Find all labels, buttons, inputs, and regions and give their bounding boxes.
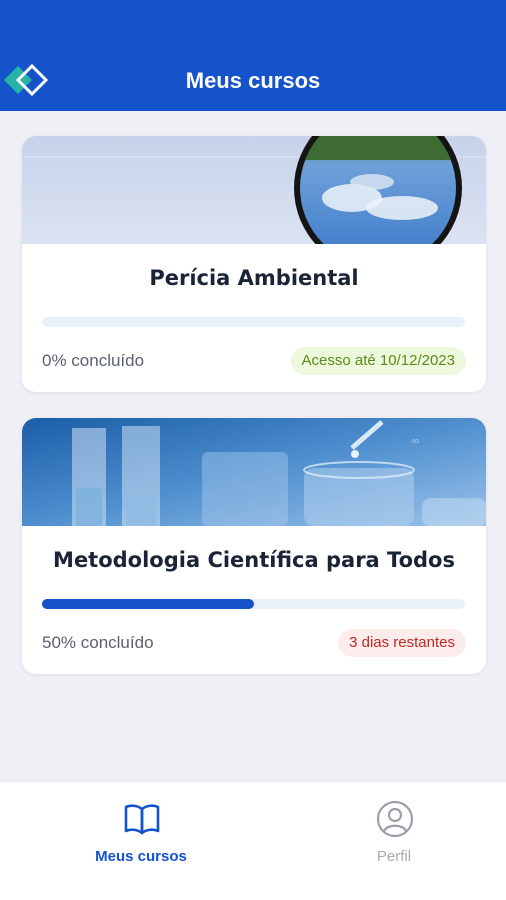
bottom-navigation: Meus cursos Perfil [0,781,506,900]
app-header: Meus cursos [0,0,506,111]
course-title: Perícia Ambiental [149,266,359,290]
access-badge: Acesso até 10/12/2023 [290,347,466,375]
laboratory-glassware-image: ∞ [22,418,486,526]
progress-bar [42,317,465,327]
nav-label-meus-cursos: Meus cursos [95,848,187,865]
user-circle-icon [376,800,414,838]
progress-label: 0% concluído [42,351,145,370]
course-card-pericia-ambiental[interactable]: Perícia Ambiental 0% concluído Acesso at… [22,136,486,392]
page-title: Meus cursos [185,68,321,93]
svg-text:∞: ∞ [412,436,419,447]
progress-label: 50% concluído [42,633,154,652]
nav-item-perfil[interactable]: Perfil [294,782,494,900]
progress-bar [42,599,465,609]
days-remaining-badge: 3 dias restantes [338,629,466,657]
nav-item-meus-cursos[interactable]: Meus cursos [41,782,241,900]
course-title: Metodologia Científica para Todos [53,548,455,572]
course-card-metodologia-cientifica[interactable]: ∞ Metodologia Científica para Todos 50% … [22,418,486,674]
progress-fill [42,599,254,609]
open-book-icon [124,804,160,835]
magnifying-glass-image [22,136,486,244]
nav-label-perfil: Perfil [376,848,412,865]
